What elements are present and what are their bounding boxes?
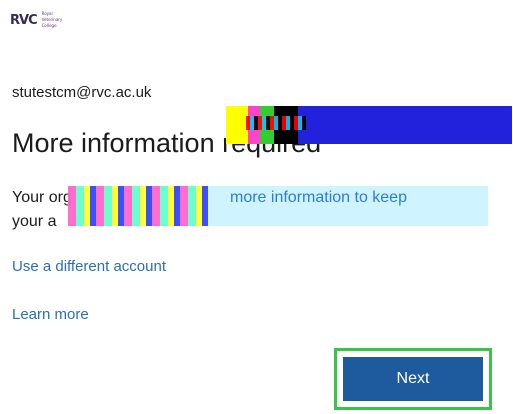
render-artifact	[68, 186, 208, 226]
next-button[interactable]: Next	[343, 357, 483, 401]
message-line2-start: your a	[12, 213, 57, 230]
logo-word: Royal	[41, 11, 53, 16]
render-artifact	[226, 106, 512, 144]
logo-wordmark: Royal Veterinary College	[42, 12, 63, 28]
message-lead: Your org	[12, 189, 72, 206]
message-visible-tail: more information to keep	[230, 189, 407, 206]
next-button-focus-ring: Next	[334, 348, 492, 410]
logo-mark: RVC	[10, 12, 38, 28]
org-logo: RVC Royal Veterinary College	[10, 12, 62, 28]
sign-in-page: RVC Royal Veterinary College stutestcm@r…	[0, 0, 513, 414]
learn-more-link[interactable]: Learn more	[12, 306, 89, 323]
logo-word: Veterinary	[41, 17, 63, 22]
logo-word: College	[41, 23, 57, 28]
account-email: stutestcm@rvc.ac.uk	[12, 84, 152, 101]
use-different-account-link[interactable]: Use a different account	[12, 258, 166, 275]
